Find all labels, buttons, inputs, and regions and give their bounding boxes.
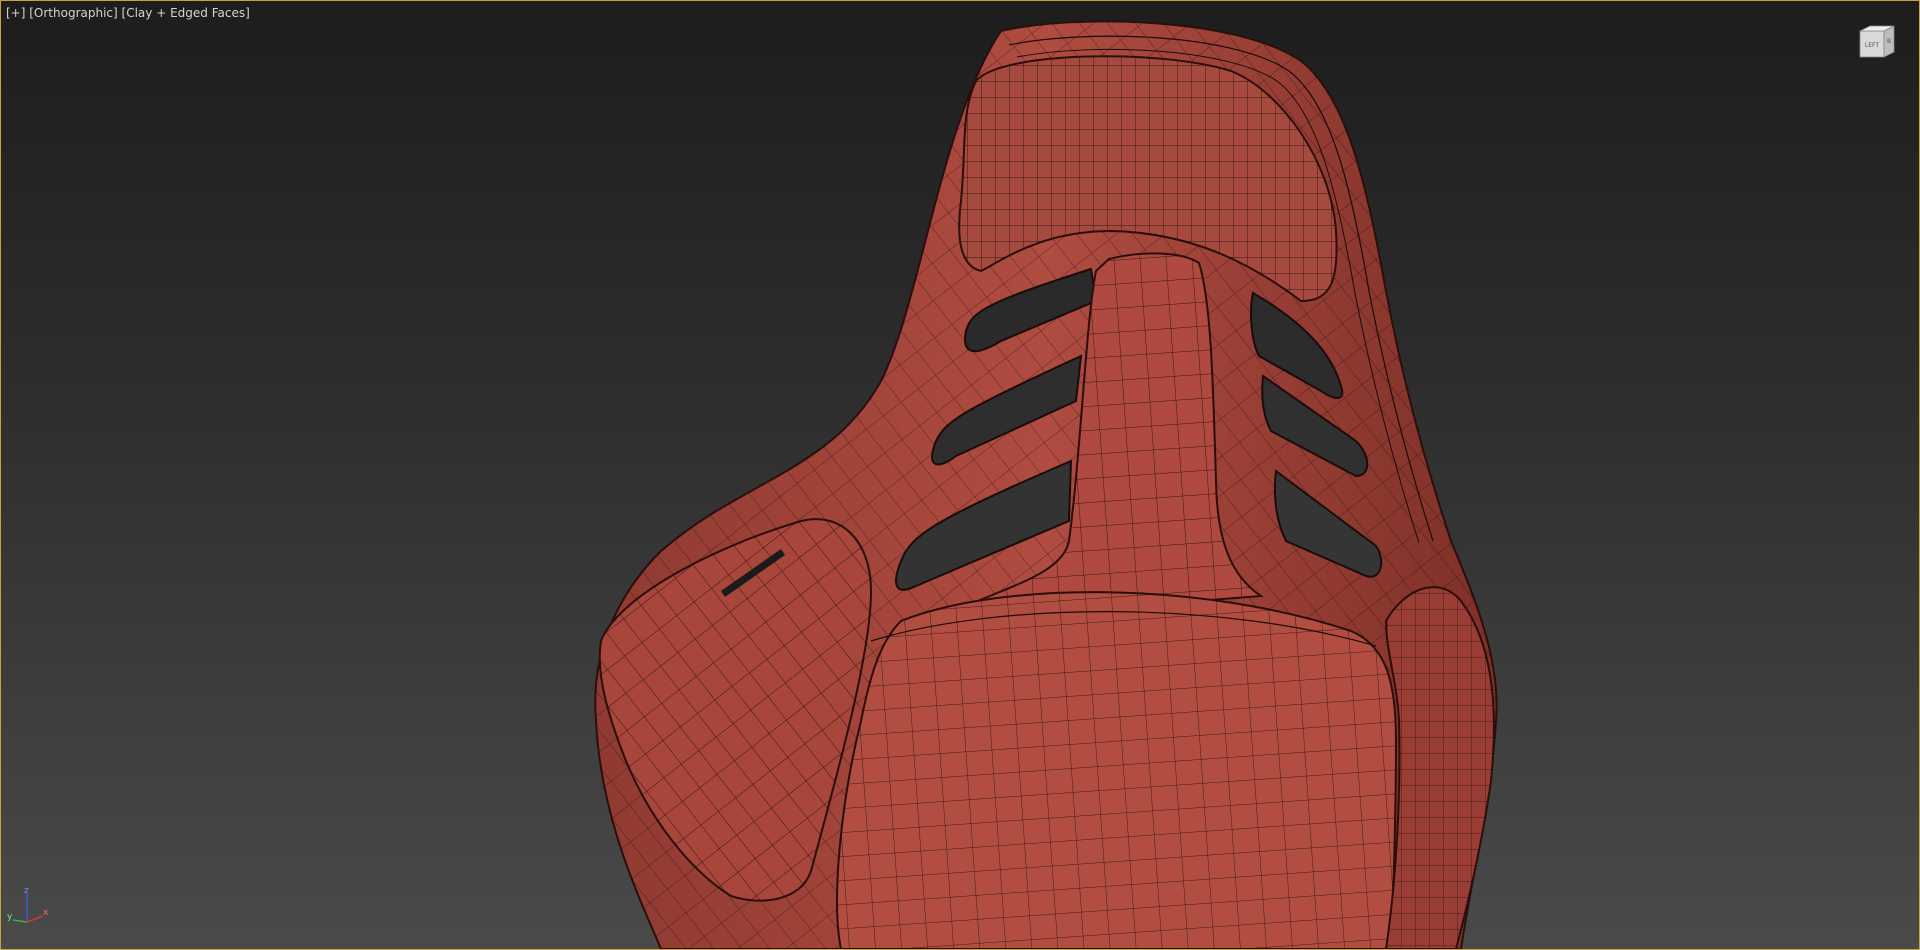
view-mode-button[interactable]: [Orthographic] <box>29 6 117 20</box>
axis-y-label: y <box>7 912 13 922</box>
viewport-menu-button[interactable]: [+] <box>6 6 25 20</box>
axis-y-line <box>12 919 28 923</box>
shading-mode-button[interactable]: [Clay + Edged Faces] <box>122 6 250 20</box>
viewcube-front-label: LEFT <box>1865 42 1879 49</box>
viewport-label: [+] [Orthographic] [Clay + Edged Faces] <box>6 6 250 20</box>
axis-z-label: z <box>24 886 29 896</box>
viewport-orthographic[interactable]: [+] [Orthographic] [Clay + Edged Faces] <box>0 0 1920 950</box>
axis-x-line <box>26 915 44 923</box>
model-racing-seat[interactable] <box>1 1 1919 949</box>
axis-x-label: x <box>43 908 49 918</box>
viewcube-side-label: B <box>1887 38 1891 45</box>
axis-tripod: z x y <box>7 886 49 923</box>
viewcube[interactable]: LEFT B <box>1858 23 1898 59</box>
